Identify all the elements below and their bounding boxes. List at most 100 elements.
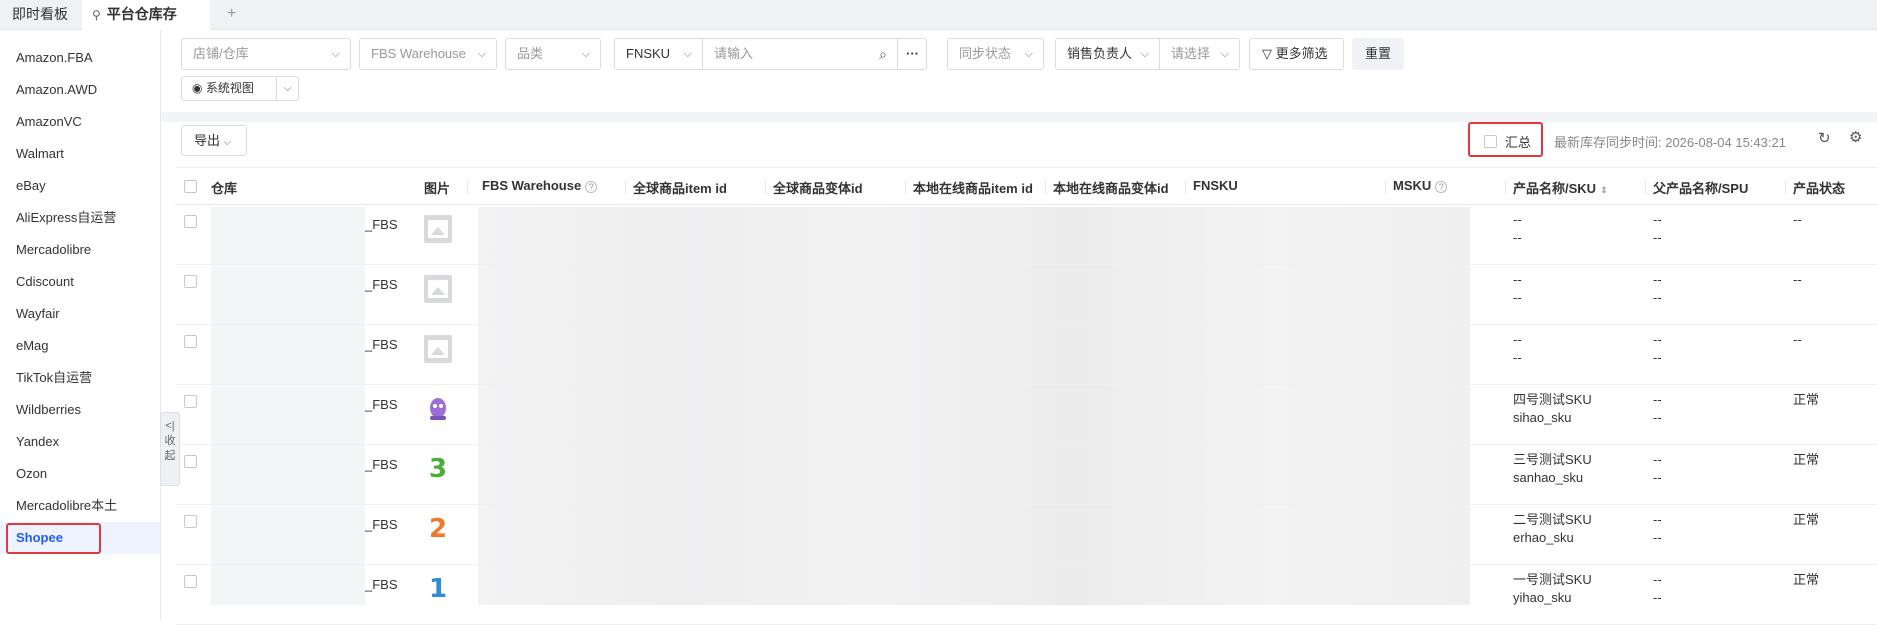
row-checkbox[interactable] <box>184 335 197 348</box>
image-placeholder-icon[interactable] <box>424 215 452 243</box>
warehouse-cell: _FBS <box>365 397 398 412</box>
sidebar-item-amazon-awd[interactable]: Amazon.AWD <box>0 74 160 106</box>
col-divider <box>1505 180 1506 194</box>
col-parent-product[interactable]: 父产品名称/SPU <box>1653 178 1748 197</box>
select-placeholder: 店铺/仓库 <box>193 46 249 61</box>
table-row[interactable]: _FBS 3 三号测试SKU sanhao_sku -- -- 正常 <box>175 445 1877 505</box>
table-row[interactable]: _FBS 2 二号测试SKU erhao_sku -- -- 正常 <box>175 505 1877 565</box>
warehouse-cell: _FBS <box>365 577 398 592</box>
product-thumbnail-3-icon[interactable]: 3 <box>424 455 452 483</box>
table-row[interactable]: _FBS 四号测试SKU sihao_sku -- -- 正常 <box>175 385 1877 445</box>
product-status: 正常 <box>1793 392 1820 407</box>
sidebar-item-ebay[interactable]: eBay <box>0 170 160 202</box>
sync-status-select[interactable]: 同步状态 ⌵ <box>947 38 1044 70</box>
pin-icon[interactable]: ⚲ <box>92 8 101 22</box>
product-status: -- <box>1793 212 1802 227</box>
export-button[interactable]: 导出 ⌵ <box>181 125 247 156</box>
col-product-status[interactable]: 产品状态 <box>1793 178 1845 197</box>
help-icon[interactable]: ? <box>585 181 598 193</box>
row-checkbox[interactable] <box>184 575 197 588</box>
image-placeholder-icon[interactable] <box>424 275 452 303</box>
highlight-box <box>6 523 101 554</box>
store-warehouse-select[interactable]: 店铺/仓库 ⌵ <box>181 38 351 70</box>
sidebar-item-mercadolibre-local[interactable]: Mercadolibre本土 <box>0 490 160 522</box>
product-thumbnail-2-icon[interactable]: 2 <box>424 515 452 543</box>
row-checkbox[interactable] <box>184 215 197 228</box>
sidebar-item-tiktok[interactable]: TikTok自运营 <box>0 362 160 394</box>
col-local-variant-id[interactable]: 本地在线商品变体id <box>1053 178 1169 197</box>
product-name: 一号测试SKU <box>1513 572 1592 587</box>
select-all-checkbox[interactable] <box>184 180 197 193</box>
search-icon[interactable]: ⌕ <box>879 39 887 69</box>
col-label: FBS Warehouse <box>482 178 582 193</box>
sync-time-text: 最新库存同步时间: 2026-08-04 15:43:21 <box>1554 135 1786 150</box>
summary-label: 汇总 <box>1505 135 1532 150</box>
parent-name: -- <box>1653 452 1662 467</box>
reset-button[interactable]: 重置 <box>1352 38 1404 70</box>
sidebar-item-wildberries[interactable]: Wildberries <box>0 394 160 426</box>
product-thumbnail-purple-icon[interactable] <box>424 395 452 423</box>
sidebar-item-aliexpress[interactable]: AliExpress自运营 <box>0 202 160 234</box>
help-icon[interactable]: ? <box>1435 181 1448 193</box>
col-image[interactable]: 图片 <box>424 178 450 197</box>
row-checkbox[interactable] <box>184 395 197 408</box>
sidebar-item-yandex[interactable]: Yandex <box>0 426 160 458</box>
salesperson-field-select[interactable]: 销售负责人 ⌵ <box>1055 38 1160 70</box>
sidebar-item-amazon-fba[interactable]: Amazon.FBA <box>0 42 160 74</box>
col-product-name-sku[interactable]: 产品名称/SKU ⇕ <box>1513 178 1608 197</box>
sort-icon[interactable]: ⇕ <box>1600 185 1608 195</box>
product-status: 正常 <box>1793 452 1820 467</box>
select-placeholder: 请选择 <box>1171 46 1211 61</box>
sidebar-item-ozon[interactable]: Ozon <box>0 458 160 490</box>
sidebar-item-emag[interactable]: eMag <box>0 330 160 362</box>
row-checkbox[interactable] <box>184 455 197 468</box>
tab-platform-inventory[interactable]: ⚲ 平台仓库存 <box>82 0 210 31</box>
row-checkbox[interactable] <box>184 275 197 288</box>
table-row[interactable]: _FBS 1 一号测试SKU yihao_sku -- -- 正常 <box>175 565 1877 625</box>
parent-name: -- <box>1653 572 1662 587</box>
refresh-icon[interactable]: ↻ <box>1818 129 1831 147</box>
select-placeholder: 同步状态 <box>959 46 1012 61</box>
col-msku[interactable]: MSKU? <box>1393 178 1448 193</box>
fbs-warehouse-select[interactable]: FBS Warehouse ⌵ <box>359 38 497 70</box>
row-checkbox[interactable] <box>184 515 197 528</box>
table-row[interactable]: _FBS -- -- -- -- -- <box>175 265 1877 325</box>
warehouse-cell: _FBS <box>365 277 398 292</box>
sidebar-item-walmart[interactable]: Walmart <box>0 138 160 170</box>
parent-spu: -- <box>1653 590 1662 605</box>
table-row[interactable]: _FBS -- -- -- -- -- <box>175 325 1877 385</box>
chevron-down-icon[interactable]: ⌵ <box>276 77 298 100</box>
col-global-variant-id[interactable]: 全球商品变体id <box>773 178 863 197</box>
sidebar-item-cdiscount[interactable]: Cdiscount <box>0 266 160 298</box>
filter-bar: 店铺/仓库 ⌵ FBS Warehouse ⌵ 品类 ⌵ FNSKU ⌵ 请输入 ⌕ ··… <box>181 38 1871 98</box>
col-local-item-id[interactable]: 本地在线商品item id <box>913 178 1033 197</box>
fnsku-field-select[interactable]: FNSKU ⌵ <box>614 38 703 70</box>
sidebar-item-mercadolibre[interactable]: Mercadolibre <box>0 234 160 266</box>
parent-spu: -- <box>1653 230 1662 245</box>
gear-icon[interactable]: ⚙ <box>1849 128 1862 146</box>
sidebar-item-shopee[interactable]: Shopee <box>0 522 160 554</box>
select-placeholder: FBS Warehouse <box>371 46 466 61</box>
parent-spu: -- <box>1653 290 1662 305</box>
salesperson-select[interactable]: 请选择 ⌵ <box>1159 38 1240 70</box>
system-view-select[interactable]: ◉ 系统视图 ⌵ <box>181 76 299 101</box>
image-placeholder-icon[interactable] <box>424 335 452 363</box>
col-warehouse[interactable]: 仓库 <box>211 178 237 197</box>
tab-dashboard[interactable]: 即时看板 <box>12 0 68 30</box>
table-row[interactable]: _FBS -- -- -- -- -- <box>175 205 1877 265</box>
add-tab-button[interactable]: + <box>227 0 236 30</box>
more-filters-button[interactable]: ▽ 更多筛选 <box>1249 38 1344 70</box>
summary-checkbox[interactable] <box>1484 135 1497 148</box>
search-input[interactable]: 请输入 ⌕ <box>702 38 898 70</box>
more-options-button[interactable]: ··· <box>897 38 927 70</box>
product-thumbnail-1-icon[interactable]: 1 <box>424 575 452 603</box>
col-fbs-warehouse[interactable]: FBS Warehouse? <box>482 178 598 193</box>
col-fnsku[interactable]: FNSKU <box>1193 178 1238 193</box>
parent-spu: -- <box>1653 530 1662 545</box>
category-select[interactable]: 品类 ⌵ <box>505 38 601 70</box>
sidebar-item-amazonvc[interactable]: AmazonVC <box>0 106 160 138</box>
sidebar-item-wayfair[interactable]: Wayfair <box>0 298 160 330</box>
search-placeholder: 请输入 <box>714 46 754 61</box>
col-global-item-id[interactable]: 全球商品item id <box>633 178 727 197</box>
summary-toggle[interactable]: 汇总 <box>1468 122 1543 157</box>
